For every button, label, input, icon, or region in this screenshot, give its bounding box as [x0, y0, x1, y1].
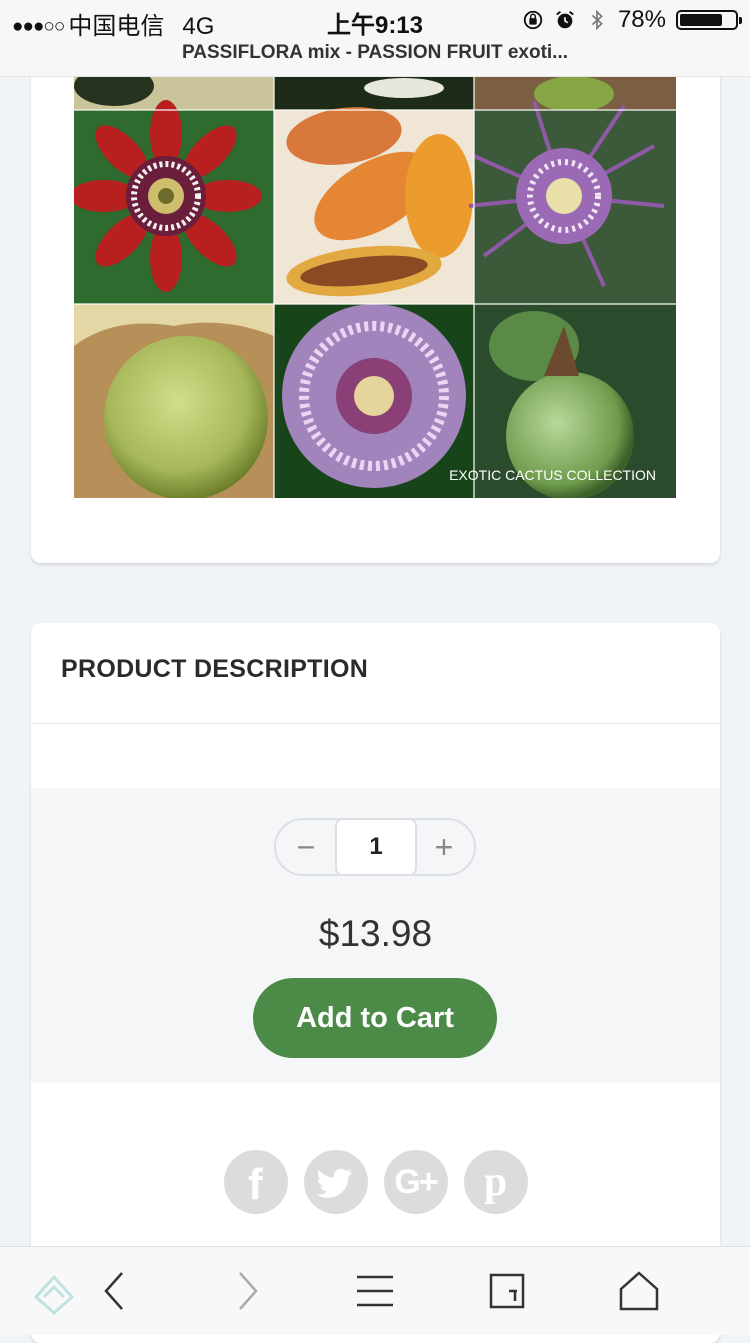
product-image-card: EXOTIC CACTUS COLLECTION [31, 20, 720, 563]
description-heading: PRODUCT DESCRIPTION [61, 655, 369, 683]
status-right: 78% [522, 6, 742, 34]
quantity-stepper: − + [274, 818, 476, 876]
product-photo[interactable]: EXOTIC CACTUS COLLECTION [74, 76, 676, 498]
purchase-panel: − + $13.98 Add to Cart [31, 788, 720, 1083]
decrease-quantity-button[interactable]: − [276, 820, 336, 874]
battery-fill [680, 14, 723, 26]
add-to-cart-button[interactable]: Add to Cart [253, 978, 497, 1058]
battery-icon [676, 10, 742, 30]
share-buttons: f G+ p [31, 1150, 720, 1214]
bluetooth-icon [591, 9, 603, 31]
battery-percent: 78% [617, 6, 666, 33]
forward-icon[interactable] [222, 1267, 270, 1315]
passion-fruit-collage: EXOTIC CACTUS COLLECTION [74, 76, 676, 498]
browser-toolbar [0, 1246, 750, 1335]
status-bar: ●●●○○ 中国电信 4G 上午9:13 78% [0, 0, 750, 40]
orientation-lock-icon [523, 10, 543, 30]
twitter-icon[interactable] [303, 1150, 368, 1214]
back-icon[interactable] [92, 1267, 140, 1315]
browser-title-bar[interactable]: PASSIFLORA mix - PASSION FRUIT exoti... [0, 40, 750, 77]
windows-icon[interactable] [483, 1267, 531, 1315]
alarm-icon [556, 10, 574, 29]
increase-quantity-button[interactable]: + [414, 820, 474, 874]
product-price: $13.98 [318, 913, 433, 954]
pinterest-icon[interactable]: p [463, 1150, 528, 1214]
quantity-input[interactable] [335, 818, 417, 876]
facebook-icon[interactable]: f [223, 1150, 288, 1214]
product-description-card: PRODUCT DESCRIPTION − + $13.98 Add to Ca… [31, 623, 720, 1343]
google-plus-icon[interactable]: G+ [383, 1150, 448, 1214]
divider [31, 723, 720, 724]
photo-caption: EXOTIC CACTUS COLLECTION [449, 467, 656, 483]
page-title: PASSIFLORA mix - PASSION FRUIT exoti... [181, 42, 569, 63]
twitter-bird-icon [316, 1168, 352, 1198]
home-icon[interactable] [615, 1267, 663, 1315]
menu-icon[interactable] [351, 1267, 399, 1315]
